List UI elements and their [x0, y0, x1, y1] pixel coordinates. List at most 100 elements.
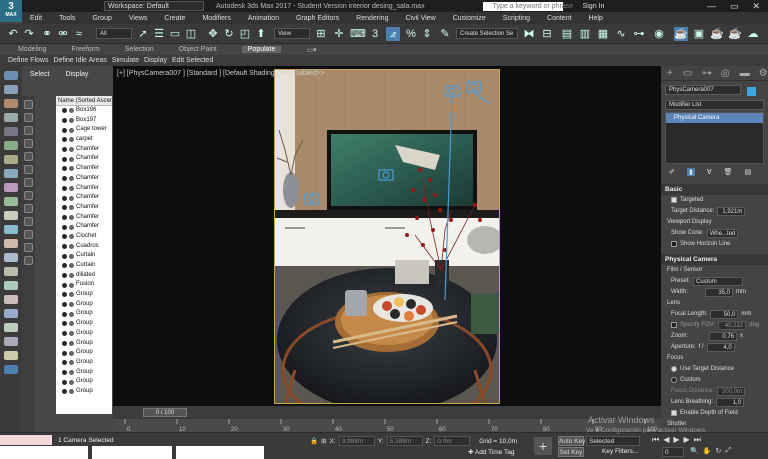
visibility-icon[interactable]: [62, 166, 67, 172]
visibility-icon[interactable]: [62, 214, 67, 220]
enable-dof-row[interactable]: Enable Depth of Field: [661, 408, 768, 419]
sign-in-link[interactable]: Sign In: [583, 3, 605, 10]
particle-tool-icon[interactable]: [4, 239, 18, 248]
paint-tool-icon[interactable]: [4, 99, 18, 108]
list-item[interactable]: Group: [56, 377, 112, 387]
pivot-center-icon[interactable]: ⊞: [314, 27, 328, 41]
use-target-distance-row[interactable]: Use Target Distance: [661, 364, 768, 375]
group-filter-icon[interactable]: [24, 217, 33, 226]
door-tool-icon[interactable]: [4, 281, 18, 290]
visibility-icon[interactable]: [62, 205, 67, 211]
rendered-scene[interactable]: [274, 69, 500, 404]
undo-icon[interactable]: ↶: [6, 27, 20, 41]
list-item[interactable]: Cage tower: [56, 125, 112, 135]
previous-frame-icon[interactable]: ◀: [663, 435, 669, 445]
maxscript-listener[interactable]: [0, 435, 52, 445]
set-key-button[interactable]: Set Key: [558, 447, 584, 457]
show-horizon-row[interactable]: Show Horizon Line: [661, 239, 768, 250]
freeze-icon[interactable]: [69, 350, 74, 356]
visibility-icon[interactable]: [62, 176, 67, 182]
menu-modifiers[interactable]: Modifiers: [202, 15, 230, 22]
auto-key-button[interactable]: Auto Key: [558, 436, 585, 446]
spinner-snap-icon[interactable]: ⇕: [420, 27, 434, 41]
window-tool-icon[interactable]: [4, 295, 18, 304]
material-editor-icon[interactable]: ◉: [652, 27, 666, 41]
freeze-icon[interactable]: [69, 273, 74, 279]
freeze-icon[interactable]: [69, 243, 74, 249]
frozen-filter-icon[interactable]: [24, 256, 33, 265]
list-item[interactable]: Curtain: [56, 261, 112, 271]
define-idle-areas-button[interactable]: Define Idle Areas: [53, 57, 106, 64]
set-key-icon[interactable]: +: [534, 437, 552, 455]
select-tool-icon[interactable]: [4, 85, 18, 94]
targeted-checkbox[interactable]: [671, 197, 677, 204]
menu-customize[interactable]: Customize: [453, 15, 486, 22]
ribbon-tab-object-paint[interactable]: Object Paint: [179, 46, 217, 53]
list-item[interactable]: Chamfer: [56, 193, 112, 203]
visibility-icon[interactable]: [62, 360, 67, 366]
visibility-icon[interactable]: [62, 195, 67, 201]
pan-icon[interactable]: ✋: [703, 447, 712, 455]
zoom-field[interactable]: 0,76: [709, 331, 738, 341]
freeze-icon[interactable]: [69, 166, 74, 172]
helper-tool-icon[interactable]: [4, 169, 18, 178]
ribbon-tab-selection[interactable]: Selection: [125, 46, 154, 53]
display-tab-icon[interactable]: ▬: [740, 69, 750, 79]
modify-tab-icon[interactable]: ▭: [683, 69, 692, 79]
list-item[interactable]: Group: [56, 387, 112, 397]
menu-content[interactable]: Content: [547, 15, 572, 22]
freeze-icon[interactable]: [69, 127, 74, 133]
render-production-icon[interactable]: ☕: [710, 27, 724, 41]
next-frame-icon[interactable]: ▶: [684, 435, 690, 445]
visibility-icon[interactable]: [62, 253, 67, 259]
show-cone-dropdown[interactable]: Whe...ted: [706, 228, 739, 238]
list-item[interactable]: Chamfer: [56, 213, 112, 223]
display-all-icon[interactable]: [24, 113, 33, 122]
menu-tools[interactable]: Tools: [59, 15, 75, 22]
mirror-icon[interactable]: ⧓: [522, 27, 536, 41]
snaps-toggle-icon[interactable]: 3: [368, 27, 382, 41]
menu-civil-view[interactable]: Civil View: [405, 15, 435, 22]
list-item[interactable]: Group: [56, 290, 112, 300]
custom-focus-row[interactable]: Custom: [661, 375, 768, 386]
spacewarp-filter-icon[interactable]: [24, 204, 33, 213]
hierarchy-tab-icon[interactable]: ⊶: [702, 69, 712, 79]
x-coordinate-field[interactable]: 9,988m: [338, 436, 375, 446]
angle-snap-icon[interactable]: ⦨: [386, 27, 400, 41]
maximize-button[interactable]: ▭: [730, 1, 739, 12]
preset-dropdown[interactable]: Custom: [693, 276, 744, 286]
freeze-icon[interactable]: [69, 234, 74, 240]
wall-tool-icon[interactable]: [4, 351, 18, 360]
selection-filter-dropdown[interactable]: All: [96, 28, 132, 39]
use-target-distance-radio[interactable]: [671, 366, 677, 373]
visibility-icon[interactable]: [62, 311, 67, 317]
freeze-icon[interactable]: [69, 379, 74, 385]
physical-camera-rollout-header[interactable]: Physical Camera: [661, 253, 768, 265]
targeted-checkbox-row[interactable]: Targeted: [661, 195, 768, 206]
basic-rollout-header[interactable]: Basic: [661, 183, 768, 195]
make-unique-icon[interactable]: ∀: [707, 168, 712, 176]
time-slider[interactable]: 0 / 100: [113, 406, 661, 419]
stack-item-physical-camera[interactable]: Physical Camera: [666, 112, 763, 123]
camera-tool-icon[interactable]: [4, 155, 18, 164]
list-item[interactable]: Chamfer: [56, 222, 112, 232]
menu-views[interactable]: Views: [129, 15, 148, 22]
keyboard-shortcut-icon[interactable]: ⌨: [350, 27, 366, 41]
list-item[interactable]: Group: [56, 358, 112, 368]
lock-selection-icon[interactable]: 🔒: [310, 437, 318, 445]
menu-animation[interactable]: Animation: [248, 15, 279, 22]
app-logo[interactable]: 3 MAX: [0, 0, 22, 22]
visibility-icon[interactable]: [62, 379, 67, 385]
define-flows-button[interactable]: Define Flows: [8, 57, 48, 64]
list-item[interactable]: Group: [56, 368, 112, 378]
list-item[interactable]: Group: [56, 309, 112, 319]
current-frame-field[interactable]: 0: [662, 447, 684, 457]
list-item[interactable]: Chamfer: [56, 164, 112, 174]
freeze-icon[interactable]: [69, 147, 74, 153]
shape-tool-icon[interactable]: [4, 211, 18, 220]
freeze-icon[interactable]: [69, 156, 74, 162]
toggle-layer-explorer-icon[interactable]: ▥: [578, 27, 592, 41]
minimize-button[interactable]: —: [707, 1, 716, 12]
visibility-icon[interactable]: [62, 118, 67, 124]
simulate-button[interactable]: Simulate: [112, 57, 139, 64]
